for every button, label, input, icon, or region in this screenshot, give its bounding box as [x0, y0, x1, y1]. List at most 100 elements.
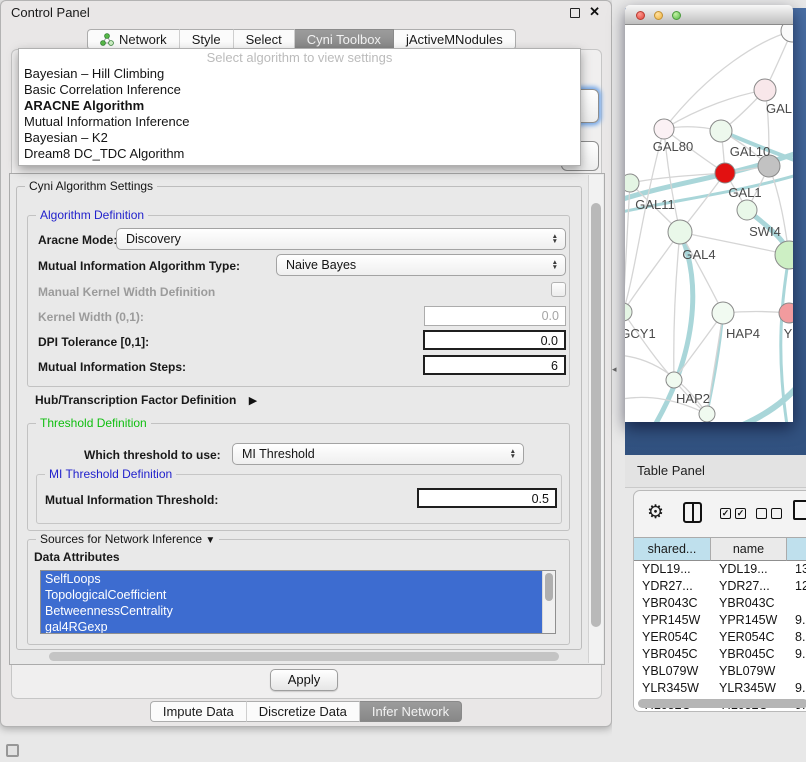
node-gal10[interactable] [710, 120, 732, 142]
cell [787, 595, 806, 612]
tab-network[interactable]: Network [87, 29, 180, 50]
sources-group-title[interactable]: Sources for Network Inference ▼ [36, 532, 219, 546]
mi-algorithm-type-combobox[interactable]: Naive Bayes ▲ ▼ [276, 254, 566, 276]
tab-impute-data[interactable]: Impute Data [150, 701, 247, 722]
bottom-tab-bar: Impute Data Discretize Data Infer Networ… [1, 701, 611, 722]
tab-select[interactable]: Select [234, 29, 295, 50]
collapsed-arrow-icon: ▶ [249, 395, 257, 407]
node-hap4[interactable] [712, 302, 734, 324]
node-swi4[interactable] [737, 200, 757, 220]
node-gal80[interactable] [654, 119, 674, 139]
network-node[interactable] [781, 25, 793, 42]
column-header-name[interactable]: name [711, 537, 787, 561]
combobox-value: Discovery [126, 232, 552, 246]
export-table-icon[interactable] [793, 500, 806, 520]
select-all-columns-icon[interactable]: ✓ ✓ [720, 508, 746, 519]
aracne-mode-combobox[interactable]: Discovery ▲ ▼ [116, 228, 566, 250]
split-columns-icon[interactable] [683, 502, 702, 523]
control-panel-titlebar: Control Panel ✕ [1, 1, 611, 24]
list-item-selected[interactable]: BetweennessCentrality [41, 603, 542, 619]
network-node[interactable] [754, 79, 776, 101]
table-row[interactable]: YER054C YER054C 8. [634, 629, 806, 646]
cell: YPR145W [711, 612, 787, 629]
mi-steps-field[interactable]: 6 [423, 355, 566, 375]
hub-transcription-factor-expander[interactable]: Hub/Transcription Factor Definition ▶ [35, 391, 257, 409]
dock-panel-icon[interactable] [6, 744, 19, 757]
close-icon[interactable]: ✕ [589, 4, 600, 20]
dropdown-item[interactable]: Mutual Information Inference [19, 114, 580, 130]
table-column-headers: shared... name [634, 537, 806, 561]
node-gal11[interactable] [625, 174, 639, 192]
data-attributes-list[interactable]: SelfLoops TopologicalCoefficient Between… [40, 570, 556, 634]
traffic-light-zoom-icon[interactable] [672, 11, 681, 20]
network-canvas[interactable]: GAL GAL80 GAL10 GAL1 GAL11 SWI4 GAL4 GCY… [625, 25, 793, 422]
tab-style[interactable]: Style [180, 29, 234, 50]
tab-infer-network-label: Infer Network [372, 702, 449, 721]
scrollbar-thumb[interactable] [49, 652, 559, 661]
dropdown-item[interactable]: Bayesian – K2 [19, 130, 580, 146]
settings-horizontal-scrollbar[interactable] [11, 650, 587, 663]
dropdown-item[interactable]: Basic Correlation Inference [19, 82, 580, 98]
list-scrollbar[interactable] [542, 571, 555, 633]
table-row[interactable]: YDL19... YDL19... 13 [634, 561, 806, 578]
cell: YDL19... [711, 561, 787, 578]
tab-cyni-toolbox[interactable]: Cyni Toolbox [295, 29, 394, 50]
network-window-titlebar[interactable] [625, 5, 793, 25]
dropdown-item[interactable]: Dream8 DC_TDC Algorithm [19, 146, 580, 162]
combobox-value: MI Threshold [242, 447, 510, 461]
panel-divider-handle[interactable]: ◂ [612, 364, 617, 375]
settings-vertical-scrollbar[interactable] [588, 175, 603, 663]
cyni-algorithm-settings-group: Cyni Algorithm Settings Algorithm Defini… [16, 186, 582, 650]
node-gcy1[interactable] [625, 303, 632, 321]
field-value: 0.0 [542, 309, 559, 323]
table-panel-header: Table Panel [625, 455, 806, 488]
network-node[interactable] [699, 406, 715, 422]
table-row[interactable]: YBR045C YBR045C 9. [634, 646, 806, 663]
dropdown-item-selected[interactable]: ARACNE Algorithm [19, 98, 580, 114]
node-label: HAP4 [726, 326, 760, 341]
scrollbar-thumb[interactable] [638, 699, 806, 708]
mi-threshold-definition-group: MI Threshold Definition Mutual Informati… [36, 474, 562, 524]
list-item-selected[interactable]: gal4RGexp [41, 619, 542, 634]
table-row[interactable]: YBR043C YBR043C [634, 595, 806, 612]
table-row[interactable]: YPR145W YPR145W 9. [634, 612, 806, 629]
mi-threshold-field[interactable]: 0.5 [417, 488, 557, 508]
table-horizontal-scrollbar[interactable] [638, 699, 806, 709]
deselect-all-columns-icon[interactable] [756, 508, 782, 519]
tab-infer-network[interactable]: Infer Network [360, 701, 462, 722]
node-gal1[interactable] [715, 163, 735, 183]
network-node[interactable] [775, 241, 793, 269]
tab-jactivemnodules-label: jActiveMNodules [406, 30, 503, 49]
mi-threshold-label: Mutual Information Threshold: [45, 493, 218, 507]
apply-button[interactable]: Apply [270, 669, 338, 691]
table-body: YDL19... YDL19... 13 YDR27... YDR27... 1… [634, 561, 806, 711]
dropdown-prompt: Select algorithm to view settings [19, 49, 580, 66]
tab-cyni-toolbox-label: Cyni Toolbox [307, 30, 381, 49]
table-row[interactable]: YDR27... YDR27... 12 [634, 578, 806, 595]
field-value: 0.5 [532, 492, 549, 506]
node-hap2[interactable] [666, 372, 682, 388]
scrollbar-thumb[interactable] [591, 203, 601, 627]
manual-kernel-width-checkbox[interactable] [551, 282, 566, 297]
list-item-selected[interactable]: TopologicalCoefficient [41, 587, 542, 603]
tab-discretize-data[interactable]: Discretize Data [247, 701, 360, 722]
cell: YBL079W [634, 663, 711, 680]
scrollbar-thumb[interactable] [545, 573, 553, 601]
dpi-tolerance-field[interactable]: 0.0 [423, 330, 566, 350]
column-header[interactable] [787, 537, 806, 561]
column-header-shared-name[interactable]: shared... [634, 537, 711, 561]
node-gal4[interactable] [668, 220, 692, 244]
traffic-light-minimize-icon[interactable] [654, 11, 663, 20]
tab-jactivemnodules[interactable]: jActiveMNodules [394, 29, 516, 50]
gear-icon[interactable]: ⚙ [647, 501, 664, 524]
kernel-width-field[interactable]: 0.0 [424, 306, 566, 326]
table-row[interactable]: YLR345W YLR345W 9. [634, 680, 806, 697]
tab-style-label: Style [192, 30, 221, 49]
dropdown-item[interactable]: Bayesian – Hill Climbing [19, 66, 580, 82]
list-item-selected[interactable]: SelfLoops [41, 571, 542, 587]
group-title: Cyni Algorithm Settings [25, 179, 157, 193]
float-window-icon[interactable] [570, 8, 580, 18]
table-row[interactable]: YBL079W YBL079W [634, 663, 806, 680]
which-threshold-combobox[interactable]: MI Threshold ▲ ▼ [232, 443, 524, 465]
traffic-light-close-icon[interactable] [636, 11, 645, 20]
